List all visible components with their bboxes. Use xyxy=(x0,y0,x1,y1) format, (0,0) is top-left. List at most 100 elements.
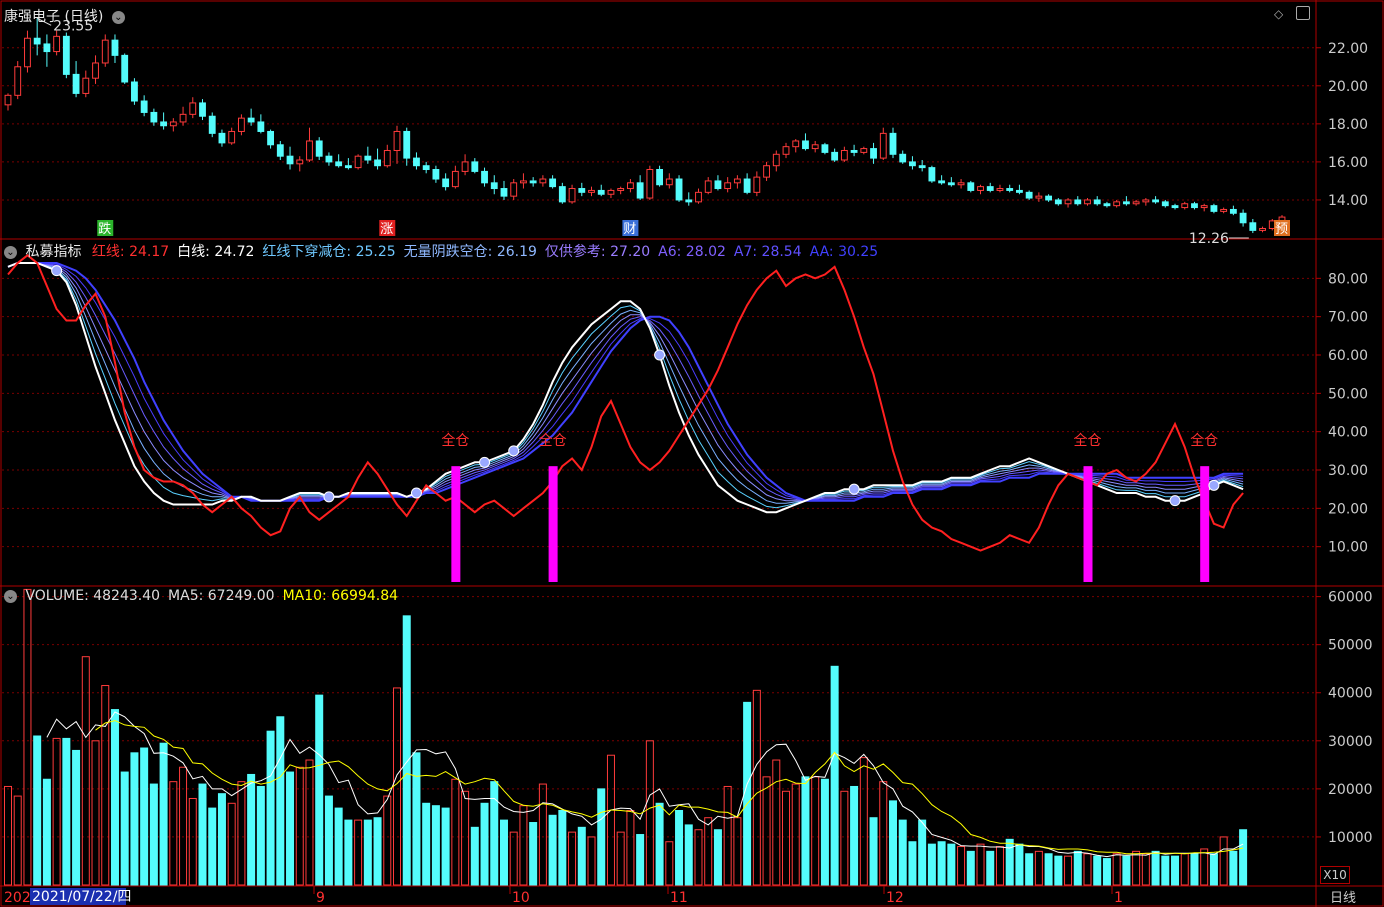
volume-bar xyxy=(373,817,382,886)
volume-legend-item-2: MA10: 66994.84 xyxy=(282,588,399,604)
candle-body xyxy=(1152,199,1159,203)
indicator-axis-tick-label-7: 80.00 xyxy=(1328,271,1368,287)
volume-bar xyxy=(1209,853,1218,886)
scale-badge[interactable]: X10 xyxy=(1320,866,1350,884)
indicator-axis-tick-label-4: 50.00 xyxy=(1328,386,1368,402)
x-axis-month-label-1: 10 xyxy=(512,890,530,906)
stock-chart-canvas[interactable]: 14.0016.0018.0020.0022.0023.5512.26跌涨财预1… xyxy=(0,0,1384,907)
volume-bar xyxy=(616,831,625,886)
volume-bar xyxy=(441,807,450,886)
period-label[interactable]: 日线 xyxy=(1330,887,1356,906)
candle-body xyxy=(957,182,965,186)
candle-body xyxy=(257,121,265,132)
low-price-label: 12.26 xyxy=(1189,231,1229,247)
volume-bar xyxy=(529,822,538,886)
candle-body xyxy=(1054,199,1062,205)
candle-body xyxy=(928,167,936,182)
candle-body xyxy=(899,153,907,163)
volume-bar xyxy=(665,841,674,886)
volume-bar xyxy=(1093,855,1102,886)
volume-bar xyxy=(713,829,722,886)
signal-dot-icon xyxy=(654,349,666,361)
volume-bar xyxy=(830,665,839,886)
chevron-down-icon[interactable]: ⌄ xyxy=(4,245,17,259)
candle-body xyxy=(636,182,644,199)
volume-bar xyxy=(1064,855,1073,886)
chevron-down-icon[interactable]: ⌄ xyxy=(111,10,125,24)
date-highlight-label: 2021/07/22/四 xyxy=(32,889,131,905)
volume-bar xyxy=(888,800,897,886)
candle-body xyxy=(1171,205,1179,209)
volume-ma5-line xyxy=(46,711,1244,858)
candle-body xyxy=(72,73,80,94)
candle-body xyxy=(306,140,313,161)
candle-body xyxy=(1093,199,1101,205)
indicator-legend-item-5: A6: 28.02 xyxy=(658,244,726,260)
volume-bar xyxy=(694,829,703,886)
candle-body xyxy=(860,148,868,153)
volume-panel-header: ⌄ VOLUME: 48243.40 MA5: 67249.00 MA10: 669… xyxy=(4,588,406,604)
volume-legend-item-1: MA5: 67249.00 xyxy=(168,588,275,604)
candle-body xyxy=(471,161,479,172)
candle-body xyxy=(996,188,1004,191)
volume-legend-item-0: VOLUME: 48243.40 xyxy=(25,588,161,604)
indicator-axis-tick-label-2: 30.00 xyxy=(1328,463,1368,479)
volume-bar xyxy=(315,694,324,886)
diamond-icon[interactable]: ◇ xyxy=(1274,7,1283,21)
chevron-down-icon[interactable]: ⌄ xyxy=(4,589,17,603)
candle-body xyxy=(413,157,420,167)
price-axis-tick-label-4: 22.00 xyxy=(1328,41,1368,57)
candle-body xyxy=(772,153,780,167)
volume-bar xyxy=(470,826,479,886)
volume-bar xyxy=(626,810,635,886)
candle-body xyxy=(753,176,761,193)
candle-body xyxy=(685,199,693,203)
volume-bar xyxy=(1102,858,1111,886)
volume-bar xyxy=(995,846,1004,886)
volume-bar xyxy=(247,773,256,886)
volume-bar xyxy=(597,788,606,886)
candle-body xyxy=(131,81,138,102)
volume-bar xyxy=(393,687,402,886)
signal-dot-icon xyxy=(508,445,520,457)
candle-body xyxy=(82,77,90,94)
volume-bar xyxy=(101,685,110,886)
volume-bar xyxy=(33,735,42,886)
volume-bar xyxy=(286,771,295,886)
candle-body xyxy=(296,159,304,165)
candle-body xyxy=(179,113,187,123)
volume-bar xyxy=(918,819,927,886)
candle-body xyxy=(889,132,897,155)
volume-axis-tick-label-5: 60000 xyxy=(1328,590,1373,606)
volume-bar xyxy=(402,615,411,886)
indicator-legend-item-4: 仅供参考: 27.20 xyxy=(544,244,651,260)
volume-bar xyxy=(801,776,810,886)
candle-body xyxy=(315,140,323,157)
volume-bar xyxy=(840,790,849,886)
x-axis-first-label: 202 xyxy=(4,890,31,906)
volume-bar xyxy=(1200,848,1209,886)
candle-body xyxy=(199,102,206,117)
volume-bar xyxy=(499,819,508,886)
candle-body xyxy=(1239,212,1247,224)
volume-bar xyxy=(140,747,149,886)
marker-text-0: 跌 xyxy=(98,221,111,237)
volume-bar xyxy=(217,793,226,886)
indicator-name: 私募指标 xyxy=(25,244,82,260)
volume-bar xyxy=(1171,855,1180,886)
candle-body xyxy=(1142,199,1150,203)
volume-bar xyxy=(762,776,771,886)
candle-body xyxy=(879,132,887,159)
window-toggle-icon[interactable] xyxy=(1296,6,1310,20)
candle-body xyxy=(432,169,440,180)
full-position-label-0: 全仓 xyxy=(441,432,469,449)
volume-bar xyxy=(908,841,917,886)
indicator-axis-tick-label-1: 20.00 xyxy=(1328,501,1368,517)
volume-bar xyxy=(782,790,791,886)
volume-bar xyxy=(820,778,829,886)
volume-axis-tick-label-2: 30000 xyxy=(1328,734,1373,750)
volume-bar xyxy=(42,778,51,886)
candle-body xyxy=(840,149,848,161)
volume-bar xyxy=(879,781,888,886)
candle-body xyxy=(568,188,576,203)
